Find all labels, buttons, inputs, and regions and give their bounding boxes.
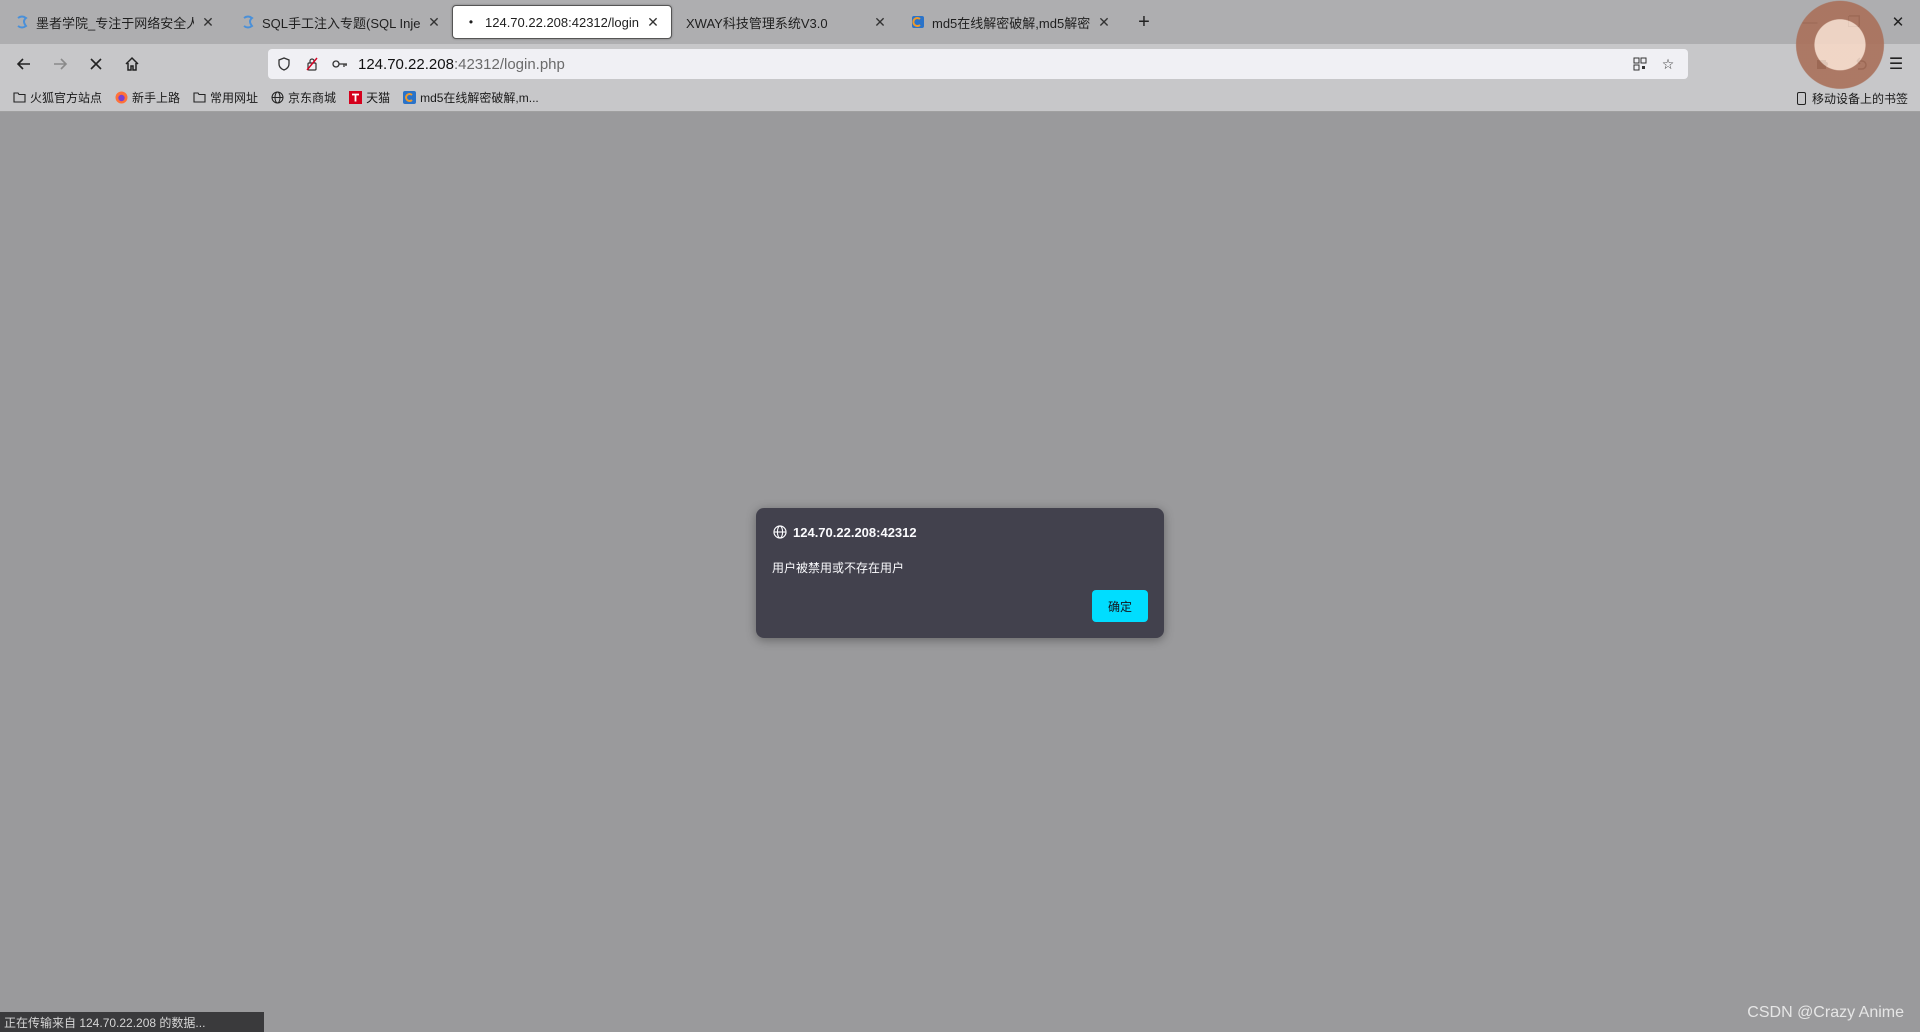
qr-code-icon[interactable] <box>1626 50 1654 78</box>
shield-icon[interactable] <box>270 50 298 78</box>
undo-icon <box>1856 57 1867 70</box>
bookmark-label: md5在线解密破解,m... <box>420 91 539 105</box>
tab-mozhe[interactable]: 墨者学院_专注于网络安全人才培 ✕ <box>4 5 226 39</box>
minimize-button[interactable]: — <box>1788 0 1832 44</box>
folder-icon <box>12 91 26 105</box>
bookmark-label: 火狐官方站点 <box>30 91 103 105</box>
tab-title: 墨者学院_专注于网络安全人才培 <box>36 15 194 31</box>
bookmark-star-icon[interactable]: ☆ <box>1654 50 1682 78</box>
address-bar[interactable]: 124.70.22.208:42312/login.php ☆ <box>268 49 1688 79</box>
url-host: 124.70.22.208 <box>358 55 454 73</box>
bookmark-label: 天猫 <box>366 91 391 105</box>
tab-title: md5在线解密破解,md5解密加 <box>932 15 1090 31</box>
mobile-device-icon <box>1796 91 1809 106</box>
bookmark-label: 常用网址 <box>210 91 259 105</box>
navigation-toolbar: 124.70.22.208:42312/login.php ☆ ☰ <box>0 44 1920 84</box>
close-icon[interactable]: ✕ <box>426 14 442 30</box>
globe-icon <box>270 91 284 105</box>
firefox-icon <box>114 91 128 105</box>
extensions-button[interactable] <box>1808 50 1836 78</box>
folder-icon <box>192 91 206 105</box>
url-text[interactable]: 124.70.22.208:42312/login.php <box>358 56 565 73</box>
ok-button[interactable]: 确定 <box>1092 590 1148 622</box>
restore-button[interactable]: ❐ <box>1832 0 1876 44</box>
close-window-button[interactable]: ✕ <box>1876 0 1920 44</box>
close-icon[interactable]: ✕ <box>1096 14 1112 30</box>
tab-xway[interactable]: XWAY科技管理系统V3.0 ✕ <box>676 5 898 39</box>
globe-icon <box>772 524 788 540</box>
bookmark-common-sites[interactable]: 常用网址 <box>192 89 258 106</box>
mobile-bookmarks[interactable]: 移动设备上的书签 <box>1796 90 1908 107</box>
puzzle-icon <box>1817 60 1828 69</box>
new-tab-button[interactable]: + <box>1132 10 1156 34</box>
watermark: CSDN @Crazy Anime <box>1747 1004 1904 1021</box>
insecure-lock-icon[interactable] <box>298 50 326 78</box>
tab-title: XWAY科技管理系统V3.0 <box>686 15 828 31</box>
bookmark-md5[interactable]: md5在线解密破解,m... <box>402 89 539 106</box>
tab-md5[interactable]: md5在线解密破解,md5解密加 ✕ <box>900 5 1122 39</box>
mozhe-icon <box>240 14 256 30</box>
mozhe-icon <box>14 14 30 30</box>
close-icon[interactable]: ✕ <box>200 14 216 30</box>
window-controls: — ❐ ✕ <box>1788 0 1920 44</box>
bookmark-label: 新手上路 <box>132 91 181 105</box>
dialog-message: 用户被禁用或不存在用户 <box>772 561 905 575</box>
key-icon[interactable] <box>326 50 354 78</box>
bookmarks-bar: 火狐官方站点 新手上路 常用网址 京东商城 天猫 md5在线解密破解,m... … <box>0 84 1920 112</box>
tab-sql-injection[interactable]: SQL手工注入专题(SQL Injectio ✕ <box>230 5 452 39</box>
browser-window: 墨者学院_专注于网络安全人才培 ✕ SQL手工注入专题(SQL Injectio… <box>0 0 1920 1032</box>
tab-title: 124.70.22.208:42312/login.php <box>485 14 639 30</box>
forward-button[interactable] <box>46 50 74 78</box>
back-arrow-icon <box>16 58 30 70</box>
undo-button[interactable] <box>1846 50 1874 78</box>
back-button[interactable] <box>10 50 38 78</box>
cmd5-icon <box>910 14 926 30</box>
alert-dialog: 124.70.22.208:42312 用户被禁用或不存在用户 确定 <box>756 508 1164 638</box>
tab-login-active[interactable]: • 124.70.22.208:42312/login.php ✕ <box>452 5 672 39</box>
home-button[interactable] <box>118 50 146 78</box>
bookmark-label: 京东商城 <box>288 91 337 105</box>
close-icon[interactable]: ✕ <box>872 14 888 30</box>
status-bar: 正在传输来自 124.70.22.208 的数据... <box>0 1012 264 1032</box>
tmall-icon <box>348 91 362 105</box>
cmd5-icon <box>402 91 416 105</box>
dialog-header: 124.70.22.208:42312 <box>772 524 917 540</box>
stop-button[interactable] <box>82 50 110 78</box>
home-icon <box>125 56 139 71</box>
close-icon[interactable]: ✕ <box>645 14 661 30</box>
hamburger-menu-icon: ☰ <box>1888 56 1904 73</box>
mobile-bookmarks-label: 移动设备上的书签 <box>1811 92 1908 106</box>
tab-title: SQL手工注入专题(SQL Injectio <box>262 15 420 31</box>
dialog-origin: 124.70.22.208:42312 <box>793 524 917 540</box>
bookmark-tmall[interactable]: 天猫 <box>348 89 390 106</box>
url-path: :42312/login.php <box>453 55 565 73</box>
tab-strip: 墨者学院_专注于网络安全人才培 ✕ SQL手工注入专题(SQL Injectio… <box>0 0 1920 44</box>
menu-button[interactable]: ☰ <box>1882 50 1910 78</box>
forward-arrow-icon <box>54 58 68 70</box>
bookmark-firefox-official[interactable]: 火狐官方站点 <box>12 89 102 106</box>
stop-icon <box>90 58 102 70</box>
bookmark-jd[interactable]: 京东商城 <box>270 89 336 106</box>
loading-dot-icon: • <box>468 15 474 29</box>
bookmark-getting-started[interactable]: 新手上路 <box>114 89 180 106</box>
